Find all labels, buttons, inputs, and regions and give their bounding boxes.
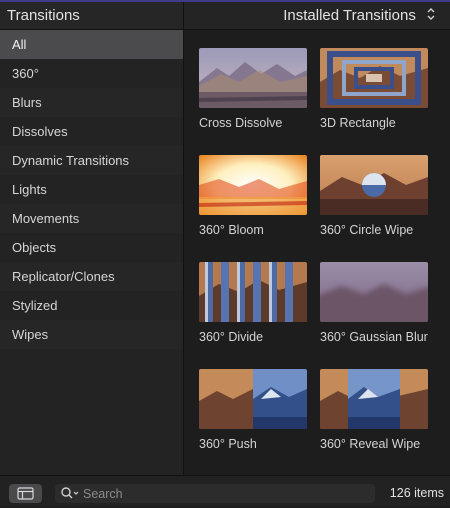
bottom-toolbar: 126 items [0, 475, 450, 506]
collection-title: Installed Transitions [283, 7, 416, 24]
category-replicator-clones[interactable]: Replicator/Clones [0, 262, 183, 291]
sidebar-toggle-button[interactable] [9, 484, 42, 503]
category-stylized[interactable]: Stylized [0, 291, 183, 320]
cross-dissolve-thumbnail [199, 48, 307, 108]
category-wipes[interactable]: Wipes [0, 320, 183, 349]
search-input[interactable] [83, 485, 363, 502]
360-divide-thumbnail [199, 262, 307, 322]
category-dynamic-transitions[interactable]: Dynamic Transitions [0, 146, 183, 175]
transition-tile[interactable]: 360° Push [199, 369, 307, 452]
transition-tile[interactable]: 3D Rectangle [320, 48, 428, 131]
tile-label: Cross Dissolve [199, 116, 283, 130]
360-gaussian-blur-thumbnail [320, 262, 428, 322]
category-all[interactable]: All [0, 30, 183, 59]
tile-label: 3D Rectangle [320, 116, 396, 130]
transition-tile[interactable]: Cross Dissolve [199, 48, 307, 131]
search-field[interactable] [55, 484, 375, 503]
sidebar-layout-icon [17, 487, 34, 500]
tile-label: 360° Divide [199, 330, 264, 344]
updown-chevron-icon [426, 3, 436, 30]
transition-tile[interactable]: 360° Circle Wipe [320, 155, 428, 238]
360-reveal-wipe-thumbnail [320, 369, 428, 429]
category-movements[interactable]: Movements [0, 204, 183, 233]
transitions-browser: Installed Transitions Cross Dissolve 3D … [184, 2, 450, 475]
sidebar-title: Transitions [0, 2, 183, 30]
category-sidebar: Transitions All 360° Blurs Dissolves Dyn… [0, 2, 184, 475]
tile-label: 360° Gaussian Blur [320, 330, 428, 344]
transition-tile[interactable]: 360° Divide [199, 262, 307, 345]
collection-selector[interactable]: Installed Transitions [184, 2, 450, 30]
360-circle-wipe-thumbnail [320, 155, 428, 215]
transition-tile[interactable]: 360° Bloom [199, 155, 307, 238]
category-dissolves[interactable]: Dissolves [0, 117, 183, 146]
category-blurs[interactable]: Blurs [0, 88, 183, 117]
transition-tile[interactable]: 360° Reveal Wipe [320, 369, 428, 452]
search-icon[interactable] [60, 486, 80, 506]
category-360[interactable]: 360° [0, 59, 183, 88]
category-lights[interactable]: Lights [0, 175, 183, 204]
item-count: 126 items [389, 486, 444, 500]
360-push-thumbnail [199, 369, 307, 429]
3d-rectangle-thumbnail [320, 48, 428, 108]
tile-label: 360° Reveal Wipe [320, 437, 421, 451]
transition-tile[interactable]: 360° Gaussian Blur [320, 262, 428, 345]
tile-label: 360° Circle Wipe [320, 223, 414, 237]
category-objects[interactable]: Objects [0, 233, 183, 262]
tile-label: 360° Bloom [199, 223, 264, 237]
tile-label: 360° Push [199, 437, 257, 451]
360-bloom-thumbnail [199, 155, 307, 215]
